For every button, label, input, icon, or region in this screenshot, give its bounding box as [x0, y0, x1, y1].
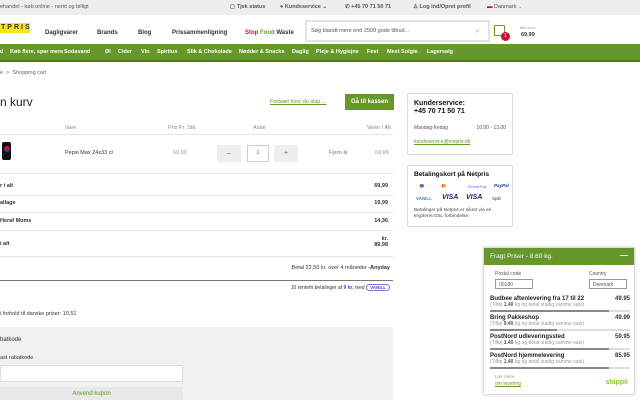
vanill-offer[interactable]: 10 rentefri betalinger af 9 kr. med VANI… — [291, 284, 390, 291]
col-qty: Antal — [253, 125, 266, 131]
danish-flag-icon: ▬ — [487, 4, 493, 10]
mobilepay-icon: MobilePay — [468, 184, 487, 189]
search-input[interactable]: Søg blandt mere end 2500 gode tilbud... ⌕ — [307, 22, 488, 40]
breadcrumb: e > Shopping cart — [0, 70, 47, 76]
shipping-option[interactable]: PostNord udleveringssted 59.95 (Tilføj 1.4… — [490, 334, 630, 350]
cart-total: 69,99 — [521, 32, 535, 38]
nav-item[interactable]: Nødder & Snacks — [239, 49, 285, 55]
unit-price: 69,99 — [173, 150, 187, 156]
weight-progress-bar — [490, 310, 630, 312]
info-icon: ● — [280, 4, 284, 10]
maestro-icon: ●● — [419, 181, 425, 190]
top-bar: ehandel - køb online - nemt og billigt ▢… — [0, 0, 640, 15]
col-total: Varer I Alt — [367, 125, 391, 131]
country-select[interactable]: Denmark — [589, 279, 627, 289]
collapse-icon[interactable]: — — [620, 251, 628, 260]
summary-subtotal: r i alt 69,99 — [0, 183, 388, 189]
summary-vat: Heraf Moms 14,36 — [0, 218, 388, 224]
menu-prissammenligning[interactable]: Prissammenligning — [172, 30, 227, 36]
savings-text: i forhold til danske priser: 10,51 — [0, 311, 77, 317]
menu-dagligvarer[interactable]: Dagligvarer — [45, 30, 78, 36]
visa-icon: VISA — [442, 194, 459, 201]
split-icon: Split — [492, 196, 501, 201]
shipping-option[interactable]: PostNord hjemmelevering 85.95 (Tilføj 1.40… — [490, 353, 630, 369]
page-title: n kurv — [0, 95, 33, 109]
logo[interactable]: TPRIS — [0, 23, 30, 33]
service-email-link[interactable]: kundeservice@netpris.dk — [414, 139, 470, 145]
continue-shopping-link[interactable]: Fortsæt hvor du slap ... — [270, 99, 327, 105]
nav-item[interactable]: Spiritus — [157, 49, 177, 55]
menu-stop-food-waste[interactable]: Stop Food Waste — [245, 30, 294, 36]
nav-item[interactable]: Sodavand — [64, 49, 90, 55]
item-total: 69,99 — [375, 150, 389, 156]
cart-count-badge: 1 — [501, 32, 510, 41]
coupon-label: ast rabatkode — [0, 355, 34, 361]
checkout-button[interactable]: Gå til kassen — [345, 94, 394, 110]
customer-service-card: Kunderservice: +45 70 71 50 71 Mandag-fre… — [407, 93, 513, 155]
weight-progress-bar — [490, 348, 630, 350]
user-icon: ♙ — [413, 4, 418, 10]
nav-item[interactable]: Cider — [118, 49, 132, 55]
vanill-logo: VANILL — [366, 284, 390, 291]
cart-label: Min Kurv — [520, 25, 536, 30]
about-delivery-link[interactable]: om levering — [495, 381, 521, 387]
nav-item[interactable]: Mest Solgte — [387, 49, 418, 55]
country-select[interactable]: ▬ Danmark ⌄ — [487, 4, 522, 10]
summary-total: i alt kr. 89,98 — [0, 236, 388, 248]
paypal-icon: PayPal — [494, 183, 509, 188]
check-status-link[interactable]: ▢ Tjek status — [230, 4, 265, 10]
weight-progress-bar — [490, 367, 630, 369]
col-price: Pris Pr. Stk. — [168, 125, 197, 131]
nav-item[interactable]: d — [0, 49, 3, 55]
nav-item[interactable]: Øl — [105, 49, 111, 55]
nav-item[interactable]: Daglig — [292, 49, 309, 55]
shippii-logo: shippii — [605, 379, 628, 386]
box-icon: ▢ — [230, 4, 236, 10]
col-item: Vare — [65, 125, 77, 131]
phone-icon: ✆ — [345, 4, 350, 10]
weight-progress-bar — [490, 329, 630, 331]
shipping-widget: Fragt Priser - 8.60 kg. — Postal code 001… — [483, 247, 635, 395]
vanill-icon: VANILL — [416, 196, 432, 201]
increase-qty-button[interactable]: + — [274, 145, 298, 162]
customer-service-menu[interactable]: ● Kundeservice ⌄ — [280, 4, 327, 10]
chevron-down-icon: ⌄ — [322, 4, 328, 10]
phone-link[interactable]: ✆ +45 70 71 50 71 — [345, 4, 391, 10]
product-name[interactable]: Pepsi Max 24x33 cl — [65, 150, 113, 156]
postal-code-input[interactable]: 00180 — [495, 279, 533, 289]
summary-shipping: allage 19,99 — [0, 200, 388, 206]
remove-button[interactable]: Fjern ⊗ — [329, 150, 348, 156]
menu-brands[interactable]: Brands — [97, 30, 118, 36]
remove-icon: ⊗ — [343, 150, 348, 156]
login-link[interactable]: ♙ Log ind/Opret profil — [413, 4, 471, 10]
anyday-offer[interactable]: Betal 22,50 kr. over 4 måneder -Anyday — [292, 265, 390, 271]
mastercard-icon: ●● — [441, 181, 447, 190]
shipping-option[interactable]: Budbee aftenlevering fra 17 til 22 49.95(… — [490, 296, 630, 312]
coupon-title: batkode — [0, 337, 22, 343]
visa-electron-icon: VISA — [466, 194, 483, 201]
shipping-option[interactable]: Bring Pakkeshop 49.99 (Tilføj 9.40 kg og b… — [490, 315, 630, 331]
quantity-input[interactable]: 1 — [247, 145, 269, 162]
payment-card: Betalingskort på Netpris ●● ●● MobilePay… — [407, 165, 513, 227]
tagline: ehandel - køb online - nemt og billigt — [0, 4, 89, 10]
nav-item[interactable]: Lagersalg — [427, 49, 453, 55]
nav-item[interactable]: Vin — [141, 49, 149, 55]
menu-blog[interactable]: Blog — [138, 30, 151, 36]
nav-item[interactable]: Pleje & Hygiejne — [316, 49, 359, 55]
nav-item[interactable]: Slik & Chokolade — [187, 49, 232, 55]
apply-coupon-button[interactable]: Anvend kupon — [0, 387, 183, 400]
nav-item[interactable]: Fest — [367, 49, 378, 55]
search-icon[interactable]: ⌕ — [475, 25, 480, 36]
nav-item[interactable]: Køb flere, spar mere — [10, 49, 63, 55]
category-nav: d Køb flere, spar mere Sodavand Øl Cider… — [0, 44, 640, 62]
product-image[interactable] — [2, 142, 11, 160]
shipping-header[interactable]: Fragt Priser - 8.60 kg. — — [484, 248, 634, 265]
search-box: Søg blandt mere end 2500 gode tilbud... ⌕ — [305, 20, 490, 42]
coupon-input[interactable] — [0, 365, 183, 382]
decrease-qty-button[interactable]: – — [217, 145, 241, 162]
coupon-panel: batkode ast rabatkode Anvend kupon — [0, 327, 393, 400]
cart-button[interactable]: 1 — [492, 20, 510, 41]
